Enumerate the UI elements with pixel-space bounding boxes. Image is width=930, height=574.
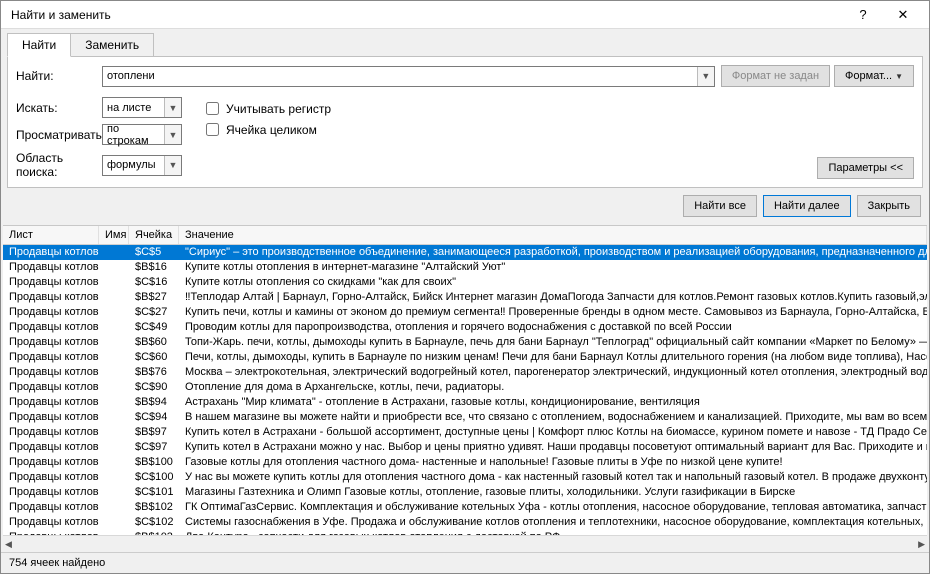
table-row[interactable]: Продавцы котлов$C$100У нас вы можете куп… xyxy=(3,470,927,485)
look-in-select[interactable]: на листе ▼ xyxy=(102,97,182,118)
table-row[interactable]: Продавцы котлов$B$102ГК ОптимаГазСервис.… xyxy=(3,500,927,515)
table-row[interactable]: Продавцы котлов$C$49Проводим котлы для п… xyxy=(3,320,927,335)
table-row[interactable]: Продавцы котлов$C$97Купить котел в Астра… xyxy=(3,440,927,455)
table-row[interactable]: Продавцы котлов$B$76Москва – электрокоте… xyxy=(3,365,927,380)
table-row[interactable]: Продавцы котлов$C$101Магазины Газтехника… xyxy=(3,485,927,500)
action-buttons: Найти все Найти далее Закрыть xyxy=(1,189,929,225)
table-row[interactable]: Продавцы котлов$C$102Системы газоснабжен… xyxy=(3,515,927,530)
find-next-button[interactable]: Найти далее xyxy=(763,195,851,217)
table-row[interactable]: Продавцы котлов$C$94В нашем магазине вы … xyxy=(3,410,927,425)
search-panel: Найти: ▼ Формат не задан Формат...▼ Иска… xyxy=(7,56,923,188)
table-row[interactable]: Продавцы котлов$C$60Печи, котлы, дымоход… xyxy=(3,350,927,365)
scope-label: Область поиска: xyxy=(16,151,102,179)
scroll-right-icon[interactable]: ▶ xyxy=(918,539,925,550)
find-all-button[interactable]: Найти все xyxy=(683,195,757,217)
find-input-combo[interactable]: ▼ xyxy=(102,66,715,87)
titlebar: Найти и заменить ? ✕ xyxy=(1,1,929,29)
chevron-down-icon[interactable]: ▼ xyxy=(697,67,714,86)
scope-select[interactable]: формулы ▼ xyxy=(102,155,182,176)
search-by-select[interactable]: по строкам ▼ xyxy=(102,124,182,145)
col-sheet[interactable]: Лист xyxy=(3,226,99,244)
table-row[interactable]: Продавцы котлов$B$100Газовые котлы для о… xyxy=(3,455,927,470)
format-button[interactable]: Формат...▼ xyxy=(834,65,914,87)
col-name[interactable]: Имя xyxy=(99,226,129,244)
scroll-left-icon[interactable]: ◀ xyxy=(5,539,12,550)
find-replace-dialog: Найти и заменить ? ✕ Найти Заменить Найт… xyxy=(0,0,930,574)
results-body[interactable]: Продавцы котлов$C$5"Сириус" – это произв… xyxy=(3,245,927,535)
table-row[interactable]: Продавцы котлов$B$27‼Теплодар Алтай | Ба… xyxy=(3,290,927,305)
whole-cell-checkbox[interactable]: Ячейка целиком xyxy=(202,120,331,139)
close-button[interactable]: Закрыть xyxy=(857,195,921,217)
format-unset-button[interactable]: Формат не задан xyxy=(721,65,830,87)
table-row[interactable]: Продавцы котлов$C$27Купить печи, котлы и… xyxy=(3,305,927,320)
window-title: Найти и заменить xyxy=(7,8,843,22)
table-row[interactable]: Продавцы котлов$C$16Купите котлы отоплен… xyxy=(3,275,927,290)
tab-replace[interactable]: Заменить xyxy=(70,33,154,57)
tabstrip: Найти Заменить xyxy=(1,29,929,57)
search-by-label: Просматривать: xyxy=(16,128,102,142)
results-header: Лист Имя Ячейка Значение xyxy=(3,226,927,245)
close-icon[interactable]: ✕ xyxy=(883,2,923,28)
table-row[interactable]: Продавцы котлов$B$60Топи-Жарь. печи, кот… xyxy=(3,335,927,350)
results-list: Лист Имя Ячейка Значение Продавцы котлов… xyxy=(3,225,927,552)
table-row[interactable]: Продавцы котлов$C$90Отопление для дома в… xyxy=(3,380,927,395)
parameters-button[interactable]: Параметры << xyxy=(817,157,914,179)
chevron-down-icon[interactable]: ▼ xyxy=(164,156,181,175)
chevron-down-icon[interactable]: ▼ xyxy=(164,98,181,117)
find-label: Найти: xyxy=(16,69,102,83)
find-input[interactable] xyxy=(103,67,697,86)
table-row[interactable]: Продавцы котлов$C$5"Сириус" – это произв… xyxy=(3,245,927,260)
match-case-checkbox[interactable]: Учитывать регистр xyxy=(202,99,331,118)
table-row[interactable]: Продавцы котлов$B$94Астрахань "Мир клима… xyxy=(3,395,927,410)
table-row[interactable]: Продавцы котлов$B$97Купить котел в Астра… xyxy=(3,425,927,440)
look-in-label: Искать: xyxy=(16,101,102,115)
help-button[interactable]: ? xyxy=(843,2,883,28)
tab-find[interactable]: Найти xyxy=(7,33,71,57)
chevron-down-icon[interactable]: ▼ xyxy=(164,125,181,144)
col-value[interactable]: Значение xyxy=(179,226,927,244)
status-bar: 754 ячеек найдено xyxy=(1,552,929,573)
horizontal-scrollbar[interactable]: ◀ ▶ xyxy=(3,535,927,552)
table-row[interactable]: Продавцы котлов$B$16Купите котлы отоплен… xyxy=(3,260,927,275)
col-cell[interactable]: Ячейка xyxy=(129,226,179,244)
